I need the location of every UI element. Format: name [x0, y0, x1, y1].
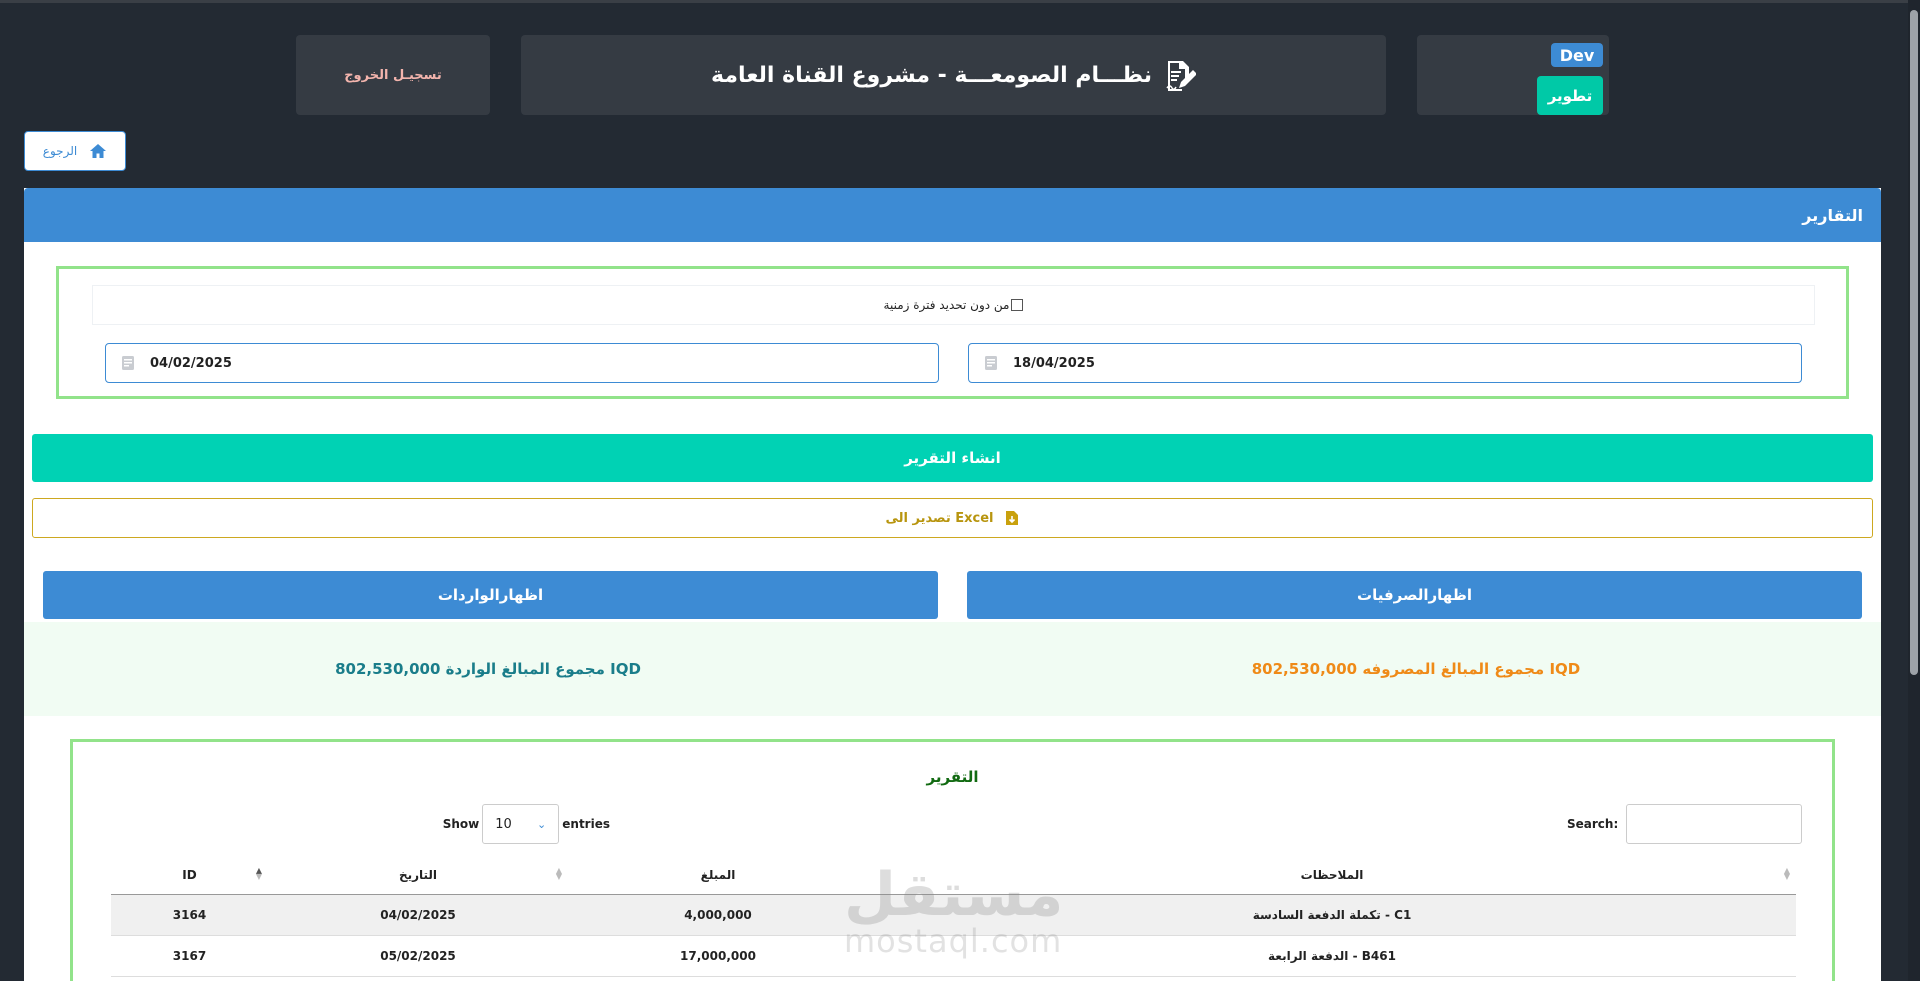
back-button[interactable]: الرجوع — [24, 131, 126, 171]
cell-id: 3164 — [111, 894, 268, 936]
entries-length-control: Show 10 ⌄ entries — [73, 804, 610, 844]
logout-label: تسجيـل الخروج — [344, 67, 442, 83]
cell-amount: 17,000,000 — [568, 935, 868, 977]
logout-button[interactable]: تسجيـل الخروج — [296, 35, 490, 115]
show-label: Show — [442, 817, 480, 831]
column-header-notes[interactable]: الملاحظات ▲ ▼ — [868, 856, 1796, 895]
calendar-icon — [122, 356, 134, 370]
report-title: التقرير — [926, 768, 979, 786]
show-incomes-label: اظهارالواردات — [437, 586, 544, 604]
entries-select[interactable]: 10 ⌄ — [482, 804, 560, 844]
report-table: ID ▲▼ التاريخ ▲▼ المبلغ الملاحظات ▲▼ — [111, 856, 1796, 977]
column-header-id[interactable]: ID ▲ ▼ — [111, 856, 268, 895]
dev-button[interactable]: تطوير — [1537, 76, 1603, 115]
sort-icon: ▲ ▼ — [1783, 866, 1790, 881]
no-date-range-checkbox[interactable] — [1011, 299, 1024, 311]
entries-value: 10 — [495, 816, 512, 832]
sort-icon: ▲ ▼ — [555, 866, 562, 881]
date-from-value: 04/02/2025 — [150, 355, 232, 371]
show-expenses-label: اظهارالصرفيات — [1357, 586, 1472, 604]
cell-date: 04/02/2025 — [268, 894, 568, 936]
table-row[interactable]: 3167 05/02/2025 17,000,000 الدفعة الرابع… — [111, 935, 1796, 977]
show-expenses-button[interactable]: اظهارالصرفيات — [967, 571, 1862, 619]
export-excel-button[interactable]: تصدير الى Excel — [32, 498, 1873, 538]
scrollbar-thumb[interactable] — [1910, 10, 1918, 675]
column-header-amount[interactable]: المبلغ — [568, 856, 868, 895]
sort-icon: ▲ ▼ — [255, 866, 262, 881]
totals-section: مجموع المبالغ الواردة 802,530,000 IQD مج… — [24, 622, 1881, 716]
report-section: التقرير Show 10 ⌄ entries Search: ID ▲▼ — [70, 739, 1835, 981]
date-filter-box: من دون تحديد فترة زمنية 04/02/2025 18/04… — [56, 266, 1849, 399]
reports-panel: التقارير من دون تحديد فترة زمنية 04/02/2… — [24, 188, 1881, 981]
cell-date: 05/02/2025 — [268, 935, 568, 977]
expenses-total: مجموع المبالغ المصروفه 802,530,000 IQD — [1251, 660, 1581, 678]
chevron-updown-icon: ⌄ — [537, 817, 547, 831]
date-to-value: 18/04/2025 — [1013, 355, 1095, 371]
page-scrollbar[interactable] — [1908, 0, 1920, 981]
generate-report-label: انشاء التقرير — [904, 449, 1001, 467]
cell-note: الدفعة الرابعة - B461 — [868, 935, 1796, 977]
cell-note: تكملة الدفعة السادسة - C1 — [868, 894, 1796, 936]
date-to-field[interactable]: 18/04/2025 — [968, 343, 1802, 383]
dev-badge: Dev — [1551, 43, 1603, 67]
edit-document-icon — [1166, 61, 1196, 91]
no-date-range-label: من دون تحديد فترة زمنية — [883, 298, 1010, 312]
environment-box: Dev تطوير — [1417, 35, 1609, 115]
date-from-field[interactable]: 04/02/2025 — [105, 343, 939, 383]
table-row[interactable]: 3164 04/02/2025 4,000,000 تكملة الدفعة ا… — [111, 894, 1796, 936]
search-label: Search: — [1567, 817, 1619, 831]
excel-file-icon — [1006, 511, 1019, 525]
generate-report-button[interactable]: انشاء التقرير — [32, 434, 1873, 482]
window-top-border — [0, 0, 1920, 3]
panel-header: التقارير — [24, 188, 1881, 242]
back-label: الرجوع — [42, 144, 78, 158]
calendar-icon — [985, 356, 997, 370]
export-excel-label: تصدير الى Excel — [885, 510, 994, 526]
entries-label: entries — [562, 817, 610, 831]
cell-amount: 4,000,000 — [568, 894, 868, 936]
app-title-bar: نظـــام الصومعـــة - مشروع القناة العامة — [521, 35, 1386, 115]
show-incomes-button[interactable]: اظهارالواردات — [43, 571, 938, 619]
no-date-range-row: من دون تحديد فترة زمنية — [92, 285, 1815, 325]
search-input[interactable] — [1626, 804, 1803, 844]
table-search: Search: — [1567, 804, 1803, 844]
incomes-total: مجموع المبالغ الواردة 802,530,000 IQD — [335, 660, 641, 678]
table-header-row: ID ▲ ▼ التاريخ ▲ ▼ المبلغ الملاحظات ▲ ▼ — [111, 856, 1796, 895]
home-icon — [90, 144, 107, 158]
cell-id: 3167 — [111, 935, 268, 977]
column-header-date[interactable]: التاريخ ▲ ▼ — [268, 856, 568, 895]
app-title: نظـــام الصومعـــة - مشروع القناة العامة — [711, 62, 1152, 88]
panel-title: التقارير — [1802, 205, 1863, 225]
